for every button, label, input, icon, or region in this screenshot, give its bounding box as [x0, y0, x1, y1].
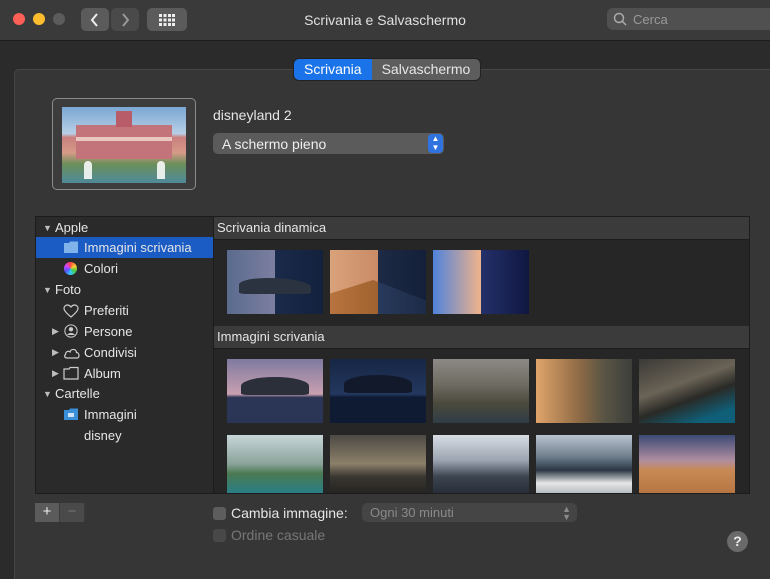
- disclosure-closed-icon[interactable]: ▶: [52, 368, 59, 379]
- random-order-checkbox[interactable]: [213, 529, 226, 542]
- sidebar-item-disney[interactable]: disney: [36, 425, 213, 446]
- wallpaper-thumbnail[interactable]: [227, 359, 323, 423]
- change-picture-label: Cambia immagine:: [231, 505, 348, 521]
- cloud-icon: [64, 348, 80, 359]
- chevron-updown-icon: ▲ ▼: [428, 134, 443, 153]
- wallpaper-thumbnail[interactable]: [330, 250, 426, 314]
- sidebar-item-label: Condivisi: [84, 345, 137, 360]
- wallpaper-thumbnail[interactable]: [639, 435, 735, 493]
- wallpaper-thumbnail[interactable]: [330, 359, 426, 423]
- wallpaper-thumbnail[interactable]: [639, 359, 735, 423]
- sidebar-item-album[interactable]: ▶ Album: [36, 363, 213, 384]
- wallpaper-thumbnail[interactable]: [227, 435, 323, 493]
- sidebar-item-label: Immagini: [84, 407, 137, 422]
- sidebar-item-label: Apple: [55, 220, 89, 235]
- tab-bar: Scrivania Salvaschermo: [294, 59, 481, 80]
- random-order-label: Ordine casuale: [231, 527, 326, 543]
- help-button[interactable]: ?: [727, 531, 748, 552]
- add-remove-buttons: + −: [35, 503, 85, 522]
- sidebar-item-colori[interactable]: Colori: [36, 258, 213, 279]
- disclosure-open-icon[interactable]: ▼: [43, 389, 52, 399]
- title-bar: Scrivania e Salvaschermo: [0, 0, 770, 41]
- disclosure-open-icon[interactable]: ▼: [43, 223, 52, 233]
- sidebar-item-label: Preferiti: [84, 303, 129, 318]
- wallpaper-name: disneyland 2: [213, 107, 292, 123]
- sidebar-item-persone[interactable]: ▶ Persone: [36, 321, 213, 342]
- wallpaper-thumbnail[interactable]: [536, 435, 632, 493]
- section-header-images: Immagini scrivania: [214, 326, 749, 349]
- sidebar-group-apple[interactable]: ▼ Apple: [36, 217, 213, 238]
- wallpaper-gallery: Scrivania dinamica Immagini scrivania: [213, 216, 750, 494]
- sidebar-item-label: Immagini scrivania: [84, 240, 192, 255]
- tab-salvaschermo[interactable]: Salvaschermo: [371, 59, 481, 80]
- search-icon: [613, 12, 627, 26]
- heart-icon: [63, 304, 79, 318]
- sidebar-group-foto[interactable]: ▼ Foto: [36, 279, 213, 300]
- fit-select[interactable]: A schermo pieno ▲ ▼: [213, 133, 444, 154]
- folder-icon: [64, 241, 78, 253]
- interval-select[interactable]: Ogni 30 minuti ▲ ▼: [362, 503, 577, 522]
- section-header-dynamic: Scrivania dinamica: [214, 217, 749, 240]
- sidebar-item-immagini[interactable]: Immagini: [36, 404, 213, 425]
- sidebar-item-label: disney: [84, 428, 122, 443]
- sidebar-item-preferiti[interactable]: Preferiti: [36, 300, 213, 321]
- search-input[interactable]: [631, 10, 765, 28]
- tab-scrivania[interactable]: Scrivania: [294, 59, 372, 80]
- pictures-folder-icon: [64, 408, 78, 420]
- sidebar-item-label: Colori: [84, 261, 118, 276]
- sidebar-item-label: Cartelle: [55, 386, 100, 401]
- sidebar-item-label: Foto: [55, 282, 82, 297]
- wallpaper-thumbnail[interactable]: [227, 250, 323, 314]
- wallpaper-thumbnail[interactable]: [330, 435, 426, 493]
- color-wheel-icon: [64, 262, 77, 275]
- wallpaper-thumbnail[interactable]: [433, 359, 529, 423]
- fit-select-value: A schermo pieno: [222, 135, 327, 152]
- sidebar-item-label: Persone: [84, 324, 133, 339]
- wallpaper-thumbnail[interactable]: [536, 359, 632, 423]
- wallpaper-preview-image: [62, 107, 186, 183]
- wallpaper-thumbnail[interactable]: [433, 435, 529, 493]
- add-folder-button[interactable]: +: [35, 503, 60, 522]
- current-wallpaper-preview: [52, 98, 196, 190]
- chevron-updown-icon: ▲ ▼: [562, 504, 571, 522]
- disclosure-open-icon[interactable]: ▼: [43, 285, 52, 295]
- sidebar-item-condivisi[interactable]: ▶ Condivisi: [36, 342, 213, 363]
- disclosure-closed-icon[interactable]: ▶: [52, 326, 59, 337]
- remove-folder-button[interactable]: −: [60, 503, 85, 522]
- source-list: ▼ Apple Immagini scrivania Colori ▼ Foto…: [35, 216, 214, 494]
- sidebar-group-cartelle[interactable]: ▼ Cartelle: [36, 383, 213, 404]
- folder-icon: [63, 366, 79, 380]
- sidebar-item-label: Album: [84, 366, 121, 381]
- person-icon: [64, 324, 78, 338]
- wallpaper-thumbnail[interactable]: [433, 250, 529, 314]
- interval-select-value: Ogni 30 minuti: [370, 505, 454, 520]
- search-field[interactable]: [607, 8, 770, 30]
- sidebar-item-immagini-scrivania[interactable]: Immagini scrivania: [36, 237, 213, 258]
- disclosure-closed-icon[interactable]: ▶: [52, 347, 59, 358]
- change-picture-checkbox[interactable]: [213, 507, 226, 520]
